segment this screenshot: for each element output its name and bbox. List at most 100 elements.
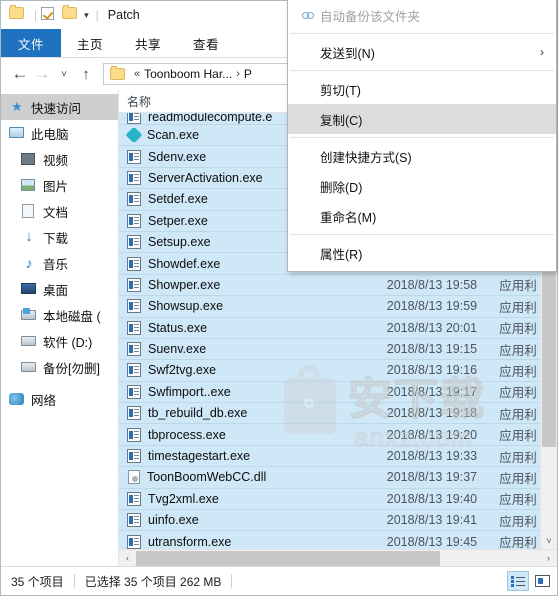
recent-locations-icon[interactable]: ˅	[53, 63, 75, 85]
sidebar-item-label: 视频	[43, 153, 69, 168]
sidebar-item-local-disk[interactable]: 本地磁盘 (	[1, 302, 118, 328]
file-name-cell[interactable]: Swf2tvg.exe	[119, 363, 379, 378]
network-icon	[9, 391, 25, 407]
breadcrumb-segment-1[interactable]: Toonboom Har...	[144, 67, 232, 81]
file-name-cell[interactable]: timestagestart.exe	[119, 449, 379, 464]
table-row[interactable]: Tvg2xml.exe 2018/8/13 19:40 应用利	[119, 488, 557, 511]
menu-item-properties[interactable]: 属性(R)	[288, 238, 556, 268]
sidebar-item-downloads[interactable]: ↓ 下载	[1, 224, 118, 250]
scroll-left-icon[interactable]: ‹	[119, 550, 136, 567]
select-checkbox-icon[interactable]	[41, 7, 57, 23]
file-date-cell: 2018/8/13 19:37	[386, 470, 478, 485]
tab-home[interactable]: 主页	[61, 29, 119, 57]
sync-icon	[302, 10, 320, 21]
menu-item-cut[interactable]: 剪切(T)	[288, 74, 556, 104]
dll-icon	[128, 470, 140, 485]
table-row[interactable]: tb_rebuild_db.exe 2018/8/13 19:18 应用利	[119, 403, 557, 425]
file-name-cell[interactable]: Status.exe	[119, 320, 379, 335]
chevron-down-icon[interactable]: ▾	[84, 10, 89, 21]
tab-file[interactable]: 文件	[1, 29, 62, 57]
table-row[interactable]: Showper.exe 2018/8/13 19:58 应用利	[119, 274, 557, 297]
exe-icon	[127, 320, 141, 335]
file-name: Status.exe	[148, 320, 208, 335]
sidebar-item-label: 软件 (D:)	[43, 335, 93, 350]
sidebar-item-backup[interactable]: 备份[勿删]	[1, 354, 118, 380]
status-divider-2	[231, 574, 233, 588]
menu-item-label: 剪切(T)	[320, 83, 361, 98]
file-name-cell[interactable]: uinfo.exe	[119, 513, 379, 528]
tab-view[interactable]: 查看	[177, 29, 235, 57]
file-name-cell[interactable]: ToonBoomWebCC.dll	[119, 470, 379, 485]
horizontal-scrollbar[interactable]: ‹ ›	[119, 549, 557, 566]
file-name-cell[interactable]: Showsup.exe	[119, 299, 379, 314]
breadcrumb-separator-icon[interactable]: ›	[236, 68, 240, 80]
details-view-button[interactable]	[507, 571, 529, 591]
table-row[interactable]: tbprocess.exe 2018/8/13 19:20 应用利	[119, 424, 557, 446]
file-name-cell[interactable]: Suenv.exe	[119, 342, 379, 357]
table-row[interactable]: uinfo.exe 2018/8/13 19:41 应用利	[119, 510, 557, 532]
table-row[interactable]: Suenv.exe 2018/8/13 19:15 应用利	[119, 338, 557, 361]
selection-label: 已选择 35 个项目 262 MB	[84, 574, 222, 589]
table-row[interactable]: timestagestart.exe 2018/8/13 19:33 应用利	[119, 445, 557, 468]
sidebar-item-software-d[interactable]: 软件 (D:)	[1, 328, 118, 354]
file-name-cell[interactable]: Swfimport..exe	[119, 384, 379, 399]
table-row[interactable]: Showsup.exe 2018/8/13 19:59 应用利	[119, 296, 557, 318]
menu-item-send-to[interactable]: 发送到(N) ›	[288, 37, 556, 67]
table-row[interactable]: utransform.exe 2018/8/13 19:45 应用利	[119, 531, 557, 549]
horizontal-scroll-thumb[interactable]	[136, 550, 440, 566]
sidebar-item-network[interactable]: 网络	[1, 386, 118, 412]
exe-icon	[127, 192, 141, 207]
context-menu[interactable]: 自动备份该文件夹 发送到(N) › 剪切(T) 复制(C) 创建快捷方式(S) …	[287, 0, 557, 272]
file-date-cell: 2018/8/13 20:01	[386, 320, 478, 335]
exe-icon	[127, 342, 141, 357]
menu-item-label: 创建快捷方式(S)	[320, 150, 412, 165]
scroll-right-icon[interactable]: ›	[540, 550, 557, 567]
back-icon[interactable]: ←	[9, 63, 31, 85]
sidebar-item-music[interactable]: ♪ 音乐	[1, 250, 118, 276]
submenu-chevron-icon: ›	[540, 45, 544, 59]
sidebar-item-videos[interactable]: 视频	[1, 146, 118, 172]
file-name-cell[interactable]: utransform.exe	[119, 534, 379, 549]
menu-item-create-shortcut[interactable]: 创建快捷方式(S)	[288, 141, 556, 171]
tab-share[interactable]: 共享	[119, 29, 177, 57]
forward-icon[interactable]: →	[31, 63, 53, 85]
menu-item-rename[interactable]: 重命名(M)	[288, 201, 556, 231]
new-folder-icon[interactable]	[62, 5, 78, 23]
sidebar-item-label: 网络	[31, 393, 57, 408]
exe-icon	[127, 256, 141, 271]
sidebar-item-documents[interactable]: 文档	[1, 198, 118, 224]
menu-item-label: 重命名(M)	[320, 210, 377, 225]
menu-item-delete[interactable]: 删除(D)	[288, 171, 556, 201]
table-row[interactable]: Swf2tvg.exe 2018/8/13 19:16 应用利	[119, 360, 557, 382]
menu-item-auto-backup[interactable]: 自动备份该文件夹	[288, 0, 556, 30]
menu-separator	[290, 70, 554, 71]
file-name-cell[interactable]: Showper.exe	[119, 277, 379, 292]
large-icons-view-icon	[534, 575, 550, 587]
exe-icon	[127, 299, 141, 314]
exe-icon	[127, 534, 141, 549]
file-name: Sdenv.exe	[148, 149, 207, 164]
file-name-cell[interactable]: Tvg2xml.exe	[119, 491, 379, 506]
sidebar-item-quick-access[interactable]: ★ 快速访问	[1, 94, 118, 120]
menu-item-copy[interactable]: 复制(C)	[288, 104, 556, 134]
file-name-cell[interactable]: tb_rebuild_db.exe	[119, 406, 379, 421]
file-date-cell: 2018/8/13 19:45	[386, 534, 478, 549]
menu-item-label: 自动备份该文件夹	[320, 9, 421, 24]
file-name-cell[interactable]: tbprocess.exe	[119, 427, 379, 442]
exe-icon	[127, 449, 141, 464]
titlebar-divider-2: |	[95, 8, 99, 22]
window-title: Patch	[107, 8, 140, 22]
sidebar-item-pictures[interactable]: 图片	[1, 172, 118, 198]
table-row[interactable]: Swfimport..exe 2018/8/13 19:17 应用利	[119, 381, 557, 404]
table-row[interactable]: Status.exe 2018/8/13 20:01 应用利	[119, 317, 557, 339]
menu-item-label: 属性(R)	[320, 247, 363, 262]
breadcrumb-overflow-icon[interactable]: «	[134, 68, 140, 80]
sidebar-item-this-pc[interactable]: 此电脑	[1, 120, 118, 146]
large-icons-view-button[interactable]	[531, 571, 553, 591]
scroll-down-icon[interactable]: ˅	[541, 532, 557, 549]
up-icon[interactable]: ↑	[75, 63, 97, 85]
table-row[interactable]: ToonBoomWebCC.dll 2018/8/13 19:37 应用利	[119, 467, 557, 489]
sidebar-item-desktop[interactable]: 桌面	[1, 276, 118, 302]
breadcrumb-segment-2[interactable]: P	[244, 67, 252, 81]
file-name: tb_rebuild_db.exe	[148, 406, 248, 421]
